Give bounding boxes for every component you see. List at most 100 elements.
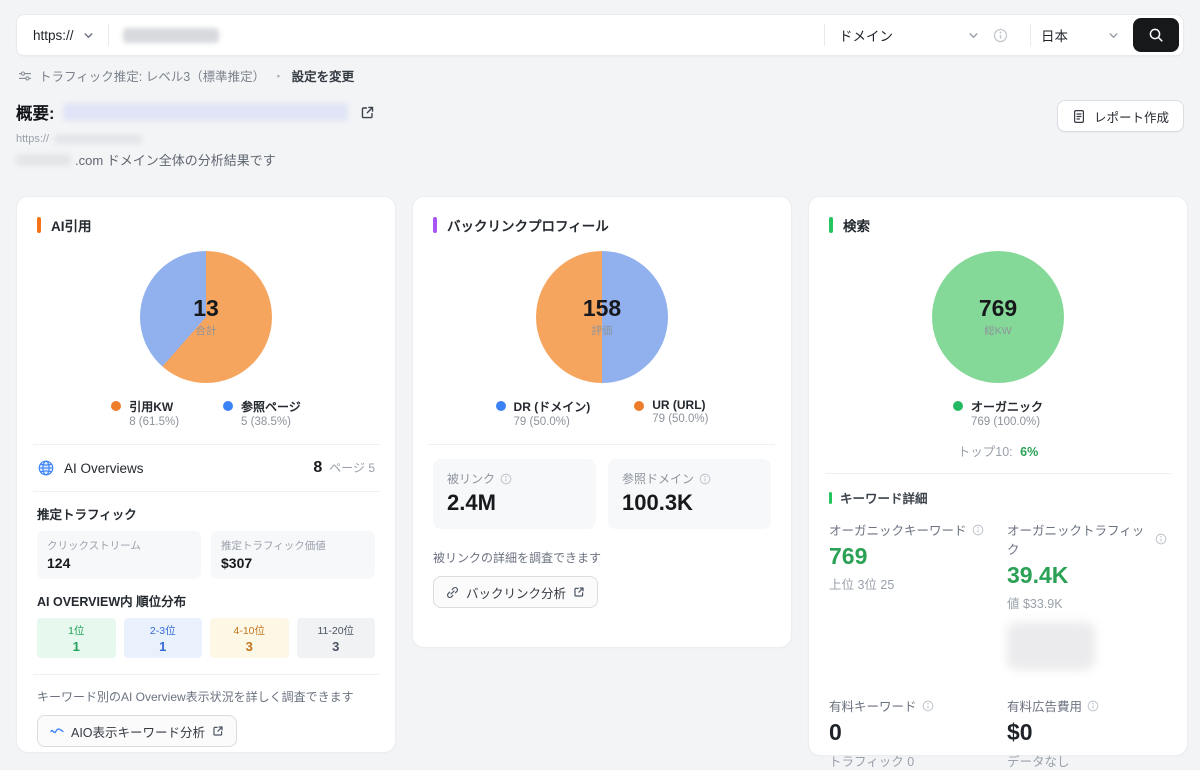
pie-kw-label: 総KW bbox=[984, 323, 1011, 338]
external-link-icon[interactable] bbox=[360, 105, 375, 120]
metric-label: オーガニックトラフィック bbox=[1007, 520, 1150, 558]
metric-label: 有料キーワード bbox=[829, 696, 917, 715]
legend-item: 参照ページ 5 (38.5%) bbox=[223, 398, 301, 428]
aio-button-label: AIO表示キーワード分析 bbox=[71, 722, 205, 741]
metric-sub: 上位 3位 25 bbox=[829, 574, 989, 593]
divider bbox=[825, 473, 1171, 474]
metric-value: 39.4K bbox=[1007, 562, 1167, 588]
stat-label: 参照ドメイン bbox=[622, 470, 694, 487]
rank-distribution-title: AI OVERVIEW内 順位分布 bbox=[37, 591, 375, 610]
pie-kw-value: 769 bbox=[979, 296, 1017, 321]
backlink-profile-card: バックリンクプロフィール 158 評価 DR (ドメイン) 79 (50.0%)… bbox=[412, 196, 792, 648]
top10-value: 6% bbox=[1020, 445, 1038, 459]
search-mode-select[interactable]: ドメイン bbox=[839, 25, 979, 45]
legend-dot bbox=[496, 401, 506, 411]
legend-dot bbox=[223, 401, 233, 411]
chevron-down-icon[interactable] bbox=[83, 30, 94, 41]
url-redacted bbox=[54, 134, 142, 144]
pie-rating-value: 158 bbox=[583, 296, 621, 321]
aio-keyword-analysis-button[interactable]: AIO表示キーワード分析 bbox=[37, 715, 237, 747]
overview-domain-redacted bbox=[63, 103, 348, 121]
search-title: 検索 bbox=[843, 215, 870, 235]
info-icon[interactable] bbox=[993, 28, 1008, 43]
stat-value: 100.3K bbox=[622, 490, 757, 516]
info-icon[interactable] bbox=[699, 473, 711, 485]
legend-value: 79 (50.0%) bbox=[514, 416, 591, 428]
dist-box-rank2-3: 2-3位 1 bbox=[124, 618, 203, 658]
ai-overviews-row: AI Overviews 8 ページ 5 bbox=[37, 445, 375, 491]
traffic-estimate-bar: トラフィック推定: レベル3（標準推定） ・ 設定を変更 bbox=[18, 66, 354, 85]
aio-footer-text: キーワード別のAI Overview表示状況を詳しく調査できます bbox=[37, 688, 375, 705]
info-icon[interactable] bbox=[500, 473, 512, 485]
search-bar: https:// ドメイン 日本 bbox=[16, 14, 1184, 56]
search-button[interactable] bbox=[1133, 18, 1179, 52]
backlink-footer-text: 被リンクの詳細を調査できます bbox=[433, 549, 771, 566]
ai-citation-card: AI引用 13 合計 引用KW 8 (61.5%) 参照ページ 5 (38.5%… bbox=[16, 196, 396, 753]
legend-value: 769 (100.0%) bbox=[971, 416, 1043, 428]
ai-overviews-value: 8 bbox=[313, 459, 322, 477]
backlink-legend: DR (ドメイン) 79 (50.0%) UR (URL) 79 (50.0%) bbox=[433, 398, 771, 428]
ai-citation-title: AI引用 bbox=[51, 215, 92, 235]
protocol-select[interactable]: https:// bbox=[33, 28, 74, 43]
search-mode-value: ドメイン bbox=[839, 25, 893, 45]
legend-dot bbox=[111, 401, 121, 411]
overview-url: https:// bbox=[16, 133, 142, 145]
info-icon[interactable] bbox=[972, 524, 984, 536]
divider bbox=[1030, 24, 1031, 46]
ai-overviews-pages: ページ 5 bbox=[329, 459, 375, 476]
legend-label: 引用KW bbox=[129, 398, 179, 415]
dist-value: 3 bbox=[246, 639, 253, 654]
info-icon[interactable] bbox=[1155, 533, 1167, 545]
overview-description: .com ドメイン全体の分析結果です bbox=[16, 150, 276, 169]
metric-value: $0 bbox=[1007, 719, 1167, 745]
legend-label: 参照ページ bbox=[241, 398, 301, 415]
dist-label: 4-10位 bbox=[233, 623, 265, 638]
description-text: .com ドメイン全体の分析結果です bbox=[75, 150, 276, 169]
dist-label: 11-20位 bbox=[317, 623, 354, 638]
info-icon[interactable] bbox=[1087, 700, 1099, 712]
top10-row: トップ10: 6% bbox=[829, 441, 1167, 460]
backlink-stats: 被リンク 2.4M 参照ドメイン 100.3K bbox=[433, 459, 771, 529]
metric-label: オーガニックキーワード bbox=[829, 520, 967, 539]
dist-box-rank1: 1位 1 bbox=[37, 618, 116, 658]
divider bbox=[824, 24, 825, 46]
country-value: 日本 bbox=[1041, 25, 1068, 45]
backlinks-stat: 被リンク 2.4M bbox=[433, 459, 596, 529]
rank-distribution: 1位 1 2-3位 1 4-10位 3 11-20位 3 bbox=[37, 618, 375, 658]
divider bbox=[429, 444, 775, 445]
search-legend: オーガニック 769 (100.0%) bbox=[829, 398, 1167, 428]
backlink-analysis-button[interactable]: バックリンク分析 bbox=[433, 576, 598, 608]
search-pie-chart: 769 総KW bbox=[932, 251, 1064, 383]
organic-keywords-metric: オーガニックキーワード 769 上位 3位 25 bbox=[829, 520, 989, 670]
legend-label: DR (ドメイン) bbox=[514, 398, 591, 415]
create-report-button[interactable]: レポート作成 bbox=[1057, 100, 1184, 132]
accent-bar bbox=[829, 217, 833, 233]
keyword-metrics: オーガニックキーワード 769 上位 3位 25 オーガニックトラフィック 39… bbox=[829, 520, 1167, 770]
metric-sub: 値 $33.9K bbox=[1007, 593, 1167, 612]
document-icon bbox=[1072, 109, 1086, 124]
accent-bar bbox=[37, 217, 41, 233]
ai-citation-header: AI引用 bbox=[37, 215, 375, 235]
stat-value: $307 bbox=[221, 555, 365, 571]
metric-label: 有料広告費用 bbox=[1007, 696, 1082, 715]
divider bbox=[108, 24, 109, 46]
target-url-input[interactable] bbox=[123, 28, 219, 43]
metric-value: 0 bbox=[829, 719, 989, 745]
pie-rating-label: 評価 bbox=[592, 323, 613, 338]
legend-label: UR (URL) bbox=[652, 398, 708, 412]
legend-value: 8 (61.5%) bbox=[129, 416, 179, 428]
separator-dot: ・ bbox=[272, 66, 285, 85]
country-select[interactable]: 日本 bbox=[1041, 25, 1119, 45]
info-icon[interactable] bbox=[922, 700, 934, 712]
ai-overviews-label: AI Overviews bbox=[64, 461, 144, 476]
legend-item: オーガニック 769 (100.0%) bbox=[953, 398, 1043, 428]
dist-label: 1位 bbox=[68, 623, 84, 638]
top10-label: トップ10: bbox=[958, 445, 1013, 459]
stat-value: 2.4M bbox=[447, 490, 582, 516]
ai-citation-legend: 引用KW 8 (61.5%) 参照ページ 5 (38.5%) bbox=[37, 398, 375, 428]
paid-ad-cost-metric: 有料広告費用 $0 データなし bbox=[1007, 696, 1167, 769]
overview-title: 概要: bbox=[16, 100, 55, 124]
change-settings-link[interactable]: 設定を変更 bbox=[292, 66, 355, 85]
legend-dot bbox=[953, 401, 963, 411]
stat-label: クリックストリーム bbox=[47, 538, 191, 553]
